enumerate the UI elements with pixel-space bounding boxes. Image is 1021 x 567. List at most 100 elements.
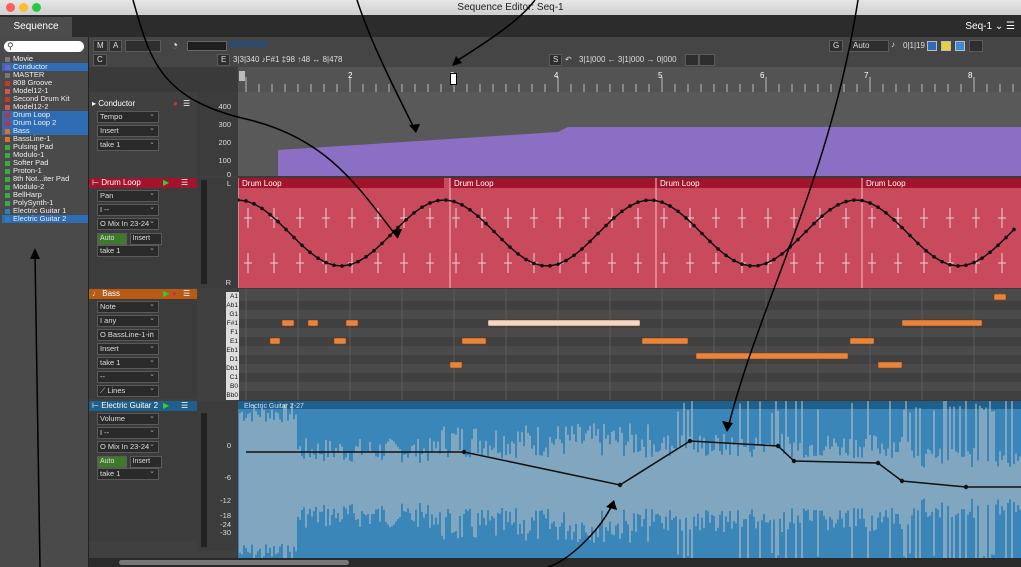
track-list-item[interactable]: Modulo-2 (2, 183, 88, 191)
midi-note[interactable] (449, 361, 463, 369)
mute-mode-button[interactable]: M (93, 40, 108, 52)
midi-note[interactable] (345, 319, 359, 327)
track-list-item[interactable]: Modulo-1 (2, 151, 88, 159)
sequence-selector[interactable]: Seq-1 ⌄ ☰ (965, 17, 1015, 37)
track-list-item[interactable]: Electric Guitar 1 (2, 207, 88, 215)
drum-auto-button[interactable]: Auto (97, 233, 127, 245)
start-marker[interactable] (239, 71, 245, 81)
midi-note[interactable] (849, 337, 875, 345)
track-list-item[interactable]: Softer Pad (2, 159, 88, 167)
bass-input-select[interactable]: I any (97, 314, 159, 327)
piano-key-label[interactable]: E1 (226, 337, 239, 346)
track-list-item[interactable]: PolySynth-1 (2, 199, 88, 207)
midi-note[interactable] (333, 337, 347, 345)
midi-note[interactable] (487, 319, 641, 327)
piano-key-label[interactable]: F1 (226, 328, 239, 337)
midi-note[interactable] (695, 352, 849, 360)
track-list-item[interactable]: 8th Not...iter Pad (2, 175, 88, 183)
track-list-item[interactable]: Bass (2, 127, 88, 135)
guitar-insert-button[interactable]: Insert (129, 456, 162, 468)
conductor-take-select[interactable]: take 1 (97, 138, 159, 151)
track-list-item[interactable]: 808 Groove (2, 79, 88, 87)
midi-note[interactable] (993, 293, 1007, 301)
midi-note[interactable] (269, 337, 281, 345)
track-list-item[interactable]: BassLine-1 (2, 135, 88, 143)
track-list-item[interactable]: BellHarp (2, 191, 88, 199)
search-input[interactable] (4, 41, 84, 52)
bass-take-select[interactable]: take 1 (97, 356, 159, 369)
zoom-slider[interactable] (187, 41, 227, 51)
piano-key-label[interactable]: Ab1 (226, 301, 239, 310)
conductor-mode-select[interactable]: Insert (97, 124, 159, 137)
conductor-param-select[interactable]: Tempo (97, 110, 159, 123)
piano-key-label[interactable]: F#1 (226, 319, 239, 328)
track-list-item[interactable]: MASTER (2, 71, 88, 79)
track-list-item[interactable]: Conductor (2, 63, 88, 71)
conductor-lane[interactable] (238, 92, 1021, 176)
chunk-button[interactable]: C (93, 54, 107, 66)
drum-loop-lane[interactable]: Drum Loop Drum Loop Drum Loop Drum Loop (238, 178, 1021, 288)
timeline-ruler[interactable]: 2345678 (238, 67, 1021, 93)
piano-key-label[interactable]: Bb0 (226, 391, 239, 400)
color-toggle-blue[interactable] (927, 41, 937, 51)
bass-extra-select[interactable]: -- (97, 370, 159, 383)
bass-lines-select[interactable]: ⟋ Lines (97, 384, 159, 397)
horizontal-scrollbar[interactable] (89, 558, 1021, 567)
track-list-item[interactable]: Drum Loop 2 (2, 119, 88, 127)
track-list-item[interactable]: Proton-1 (2, 167, 88, 175)
track-list-item[interactable]: Drum Loop (2, 111, 88, 119)
guitar-param-select[interactable]: Volume (97, 412, 159, 425)
menu-icon[interactable]: ☰ (183, 289, 190, 299)
record-icon[interactable]: ● (173, 99, 178, 109)
piano-key-label[interactable]: B0 (226, 382, 239, 391)
bass-output-select[interactable]: O BassLine-1-in (97, 328, 159, 341)
minimize-window-button[interactable] (19, 3, 28, 12)
drum-insert-button[interactable]: Insert (129, 233, 162, 245)
scroll-thumb[interactable] (119, 560, 349, 565)
play-icon[interactable]: ▶ (163, 178, 169, 188)
view-menu-button[interactable] (969, 40, 983, 52)
drum-param-select[interactable]: Pan (97, 189, 159, 202)
midi-note[interactable] (461, 337, 487, 345)
track-list-item[interactable]: Second Drum Kit (2, 95, 88, 103)
play-icon[interactable]: ▶ (163, 289, 169, 299)
guitar-take-select[interactable]: take 1 (97, 467, 159, 480)
midi-note[interactable] (641, 337, 689, 345)
value-field[interactable] (125, 40, 161, 52)
piano-key-label[interactable]: D1 (226, 355, 239, 364)
range-menu-button[interactable] (685, 54, 699, 66)
drum-take-select[interactable]: take 1 (97, 244, 159, 257)
color-toggle-cyan[interactable] (955, 41, 965, 51)
track-list-item[interactable]: Model12-1 (2, 87, 88, 95)
track-list-item[interactable]: Movie (2, 55, 88, 63)
menu-icon[interactable]: ☰ (183, 99, 190, 109)
color-toggle-yellow[interactable] (941, 41, 951, 51)
tab-sequence-editor[interactable]: Sequence Editor (0, 17, 72, 52)
guitar-input-select[interactable]: I -- (97, 426, 159, 439)
midi-note[interactable] (281, 319, 295, 327)
menu-icon[interactable]: ☰ (181, 401, 188, 411)
playhead-marker[interactable] (450, 73, 457, 85)
piano-key-label[interactable]: A1 (226, 292, 239, 301)
grid-button[interactable]: G (829, 40, 844, 52)
piano-key-label[interactable]: Db1 (226, 364, 239, 373)
menu-icon[interactable]: ☰ (1006, 21, 1015, 32)
midi-note[interactable] (307, 319, 319, 327)
record-icon[interactable]: ● (172, 289, 177, 299)
guitar-lane[interactable]: Electric Guitar 2-27 (238, 401, 1021, 558)
clip-header[interactable] (238, 401, 1021, 409)
track-list-item[interactable]: Electric Guitar 2 (2, 215, 88, 223)
track-list-item[interactable]: Model12-2 (2, 103, 88, 111)
midi-note[interactable] (901, 319, 983, 327)
guitar-auto-button[interactable]: Auto (97, 456, 127, 468)
close-window-button[interactable] (6, 3, 15, 12)
piano-key-label[interactable]: C1 (226, 373, 239, 382)
range-toggle-button[interactable] (699, 54, 715, 66)
bass-mode-select[interactable]: Insert (97, 342, 159, 355)
drum-input-select[interactable]: I -- (97, 203, 159, 216)
zoom-window-button[interactable] (32, 3, 41, 12)
menu-icon[interactable]: ☰ (181, 178, 188, 188)
midi-note[interactable] (877, 361, 903, 369)
selection-button[interactable]: S (549, 54, 563, 66)
piano-key-label[interactable]: G1 (226, 310, 239, 319)
